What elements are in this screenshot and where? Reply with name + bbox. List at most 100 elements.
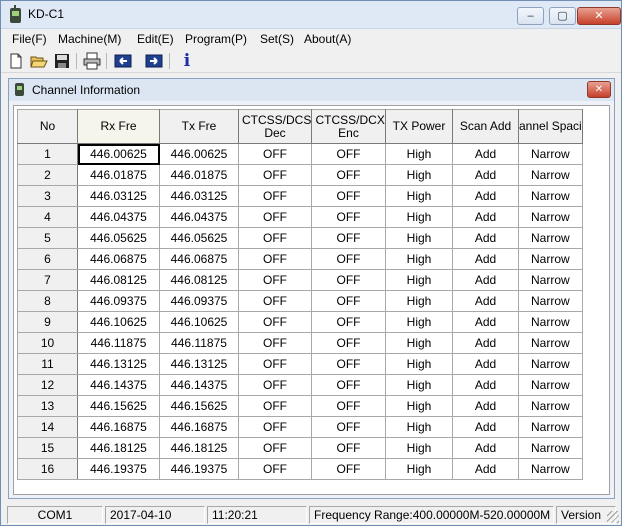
cell-spacing[interactable]: Narrow: [518, 206, 583, 228]
cell-enc[interactable]: OFF: [311, 269, 386, 291]
cell-enc[interactable]: OFF: [311, 374, 386, 396]
menu-about[interactable]: About(A): [304, 32, 351, 46]
cell-power[interactable]: High: [385, 227, 453, 249]
cell-tx[interactable]: 446.13125: [159, 353, 239, 375]
cell-dec[interactable]: OFF: [238, 269, 312, 291]
cell-tx[interactable]: 446.00625: [159, 143, 239, 165]
child-close-button[interactable]: ✕: [587, 81, 611, 98]
row-header-cell[interactable]: 2: [17, 164, 78, 186]
cell-spacing[interactable]: Narrow: [518, 353, 583, 375]
cell-spacing[interactable]: Narrow: [518, 185, 583, 207]
cell-tx[interactable]: 446.16875: [159, 416, 239, 438]
cell-dec[interactable]: OFF: [238, 374, 312, 396]
cell-enc[interactable]: OFF: [311, 164, 386, 186]
row-header-cell[interactable]: 13: [17, 395, 78, 417]
cell-rx[interactable]: 446.14375: [77, 374, 160, 396]
cell-scan[interactable]: Add: [452, 143, 519, 165]
cell-enc[interactable]: OFF: [311, 185, 386, 207]
menu-program[interactable]: Program(P): [185, 32, 247, 46]
cell-spacing[interactable]: Narrow: [518, 164, 583, 186]
col-header-no[interactable]: No: [17, 109, 78, 144]
cell-spacing[interactable]: Narrow: [518, 290, 583, 312]
minimize-button[interactable]: ‒: [517, 7, 544, 25]
cell-scan[interactable]: Add: [452, 185, 519, 207]
cell-dec[interactable]: OFF: [238, 185, 312, 207]
cell-rx[interactable]: 446.19375: [77, 458, 160, 480]
cell-enc[interactable]: OFF: [311, 437, 386, 459]
col-header-ctcss-dec[interactable]: CTCSS/DCS Dec: [238, 109, 312, 144]
cell-dec[interactable]: OFF: [238, 290, 312, 312]
new-icon[interactable]: [7, 52, 25, 70]
cell-rx[interactable]: 446.09375: [77, 290, 160, 312]
cell-enc[interactable]: OFF: [311, 227, 386, 249]
row-header-cell[interactable]: 9: [17, 311, 78, 333]
cell-spacing[interactable]: Narrow: [518, 374, 583, 396]
row-header-cell[interactable]: 16: [17, 458, 78, 480]
cell-power[interactable]: High: [385, 164, 453, 186]
cell-power[interactable]: High: [385, 185, 453, 207]
cell-scan[interactable]: Add: [452, 332, 519, 354]
cell-dec[interactable]: OFF: [238, 458, 312, 480]
cell-dec[interactable]: OFF: [238, 248, 312, 270]
row-header-cell[interactable]: 14: [17, 416, 78, 438]
open-folder-icon[interactable]: [30, 52, 48, 70]
cell-spacing[interactable]: Narrow: [518, 437, 583, 459]
row-header-cell[interactable]: 4: [17, 206, 78, 228]
cell-power[interactable]: High: [385, 374, 453, 396]
row-header-cell[interactable]: 6: [17, 248, 78, 270]
cell-enc[interactable]: OFF: [311, 206, 386, 228]
col-header-scan-add[interactable]: Scan Add: [452, 109, 519, 144]
cell-power[interactable]: High: [385, 290, 453, 312]
cell-power[interactable]: High: [385, 437, 453, 459]
row-header-cell[interactable]: 5: [17, 227, 78, 249]
cell-dec[interactable]: OFF: [238, 143, 312, 165]
cell-rx[interactable]: 446.18125: [77, 437, 160, 459]
cell-enc[interactable]: OFF: [311, 353, 386, 375]
info-icon[interactable]: i: [178, 52, 196, 70]
cell-enc[interactable]: OFF: [311, 395, 386, 417]
cell-spacing[interactable]: Narrow: [518, 395, 583, 417]
title-bar[interactable]: KD-C1 ‒ ▢ ✕: [1, 1, 621, 29]
cell-enc[interactable]: OFF: [311, 458, 386, 480]
cell-scan[interactable]: Add: [452, 311, 519, 333]
cell-power[interactable]: High: [385, 416, 453, 438]
cell-scan[interactable]: Add: [452, 269, 519, 291]
col-header-rx-fre[interactable]: Rx Fre: [77, 109, 160, 144]
cell-power[interactable]: High: [385, 248, 453, 270]
cell-enc[interactable]: OFF: [311, 332, 386, 354]
cell-spacing[interactable]: Narrow: [518, 416, 583, 438]
cell-enc[interactable]: OFF: [311, 311, 386, 333]
cell-spacing[interactable]: Narrow: [518, 458, 583, 480]
row-header-cell[interactable]: 11: [17, 353, 78, 375]
cell-power[interactable]: High: [385, 458, 453, 480]
cell-rx[interactable]: 446.04375: [77, 206, 160, 228]
col-header-ctcss-enc[interactable]: CTCSS/DCX Enc: [311, 109, 386, 144]
resize-grip[interactable]: [607, 511, 619, 523]
cell-tx[interactable]: 446.18125: [159, 437, 239, 459]
cell-tx[interactable]: 446.09375: [159, 290, 239, 312]
cell-tx[interactable]: 446.19375: [159, 458, 239, 480]
cell-enc[interactable]: OFF: [311, 416, 386, 438]
cell-dec[interactable]: OFF: [238, 164, 312, 186]
cell-spacing[interactable]: Narrow: [518, 332, 583, 354]
cell-scan[interactable]: Add: [452, 416, 519, 438]
cell-enc[interactable]: OFF: [311, 290, 386, 312]
cell-dec[interactable]: OFF: [238, 395, 312, 417]
row-header-cell[interactable]: 8: [17, 290, 78, 312]
cell-dec[interactable]: OFF: [238, 206, 312, 228]
cell-scan[interactable]: Add: [452, 458, 519, 480]
child-title-bar[interactable]: Channel Information ✕: [9, 79, 614, 101]
cell-power[interactable]: High: [385, 269, 453, 291]
cell-dec[interactable]: OFF: [238, 416, 312, 438]
cell-tx[interactable]: 446.04375: [159, 206, 239, 228]
col-header-channel-spacing[interactable]: annel Spaci: [518, 109, 583, 144]
cell-spacing[interactable]: Narrow: [518, 227, 583, 249]
cell-spacing[interactable]: Narrow: [518, 248, 583, 270]
maximize-button[interactable]: ▢: [549, 7, 576, 25]
print-icon[interactable]: [83, 52, 101, 70]
close-button[interactable]: ✕: [577, 7, 621, 25]
cell-scan[interactable]: Add: [452, 353, 519, 375]
col-header-tx-fre[interactable]: Tx Fre: [159, 109, 239, 144]
cell-tx[interactable]: 446.08125: [159, 269, 239, 291]
row-header-cell[interactable]: 1: [17, 143, 78, 165]
